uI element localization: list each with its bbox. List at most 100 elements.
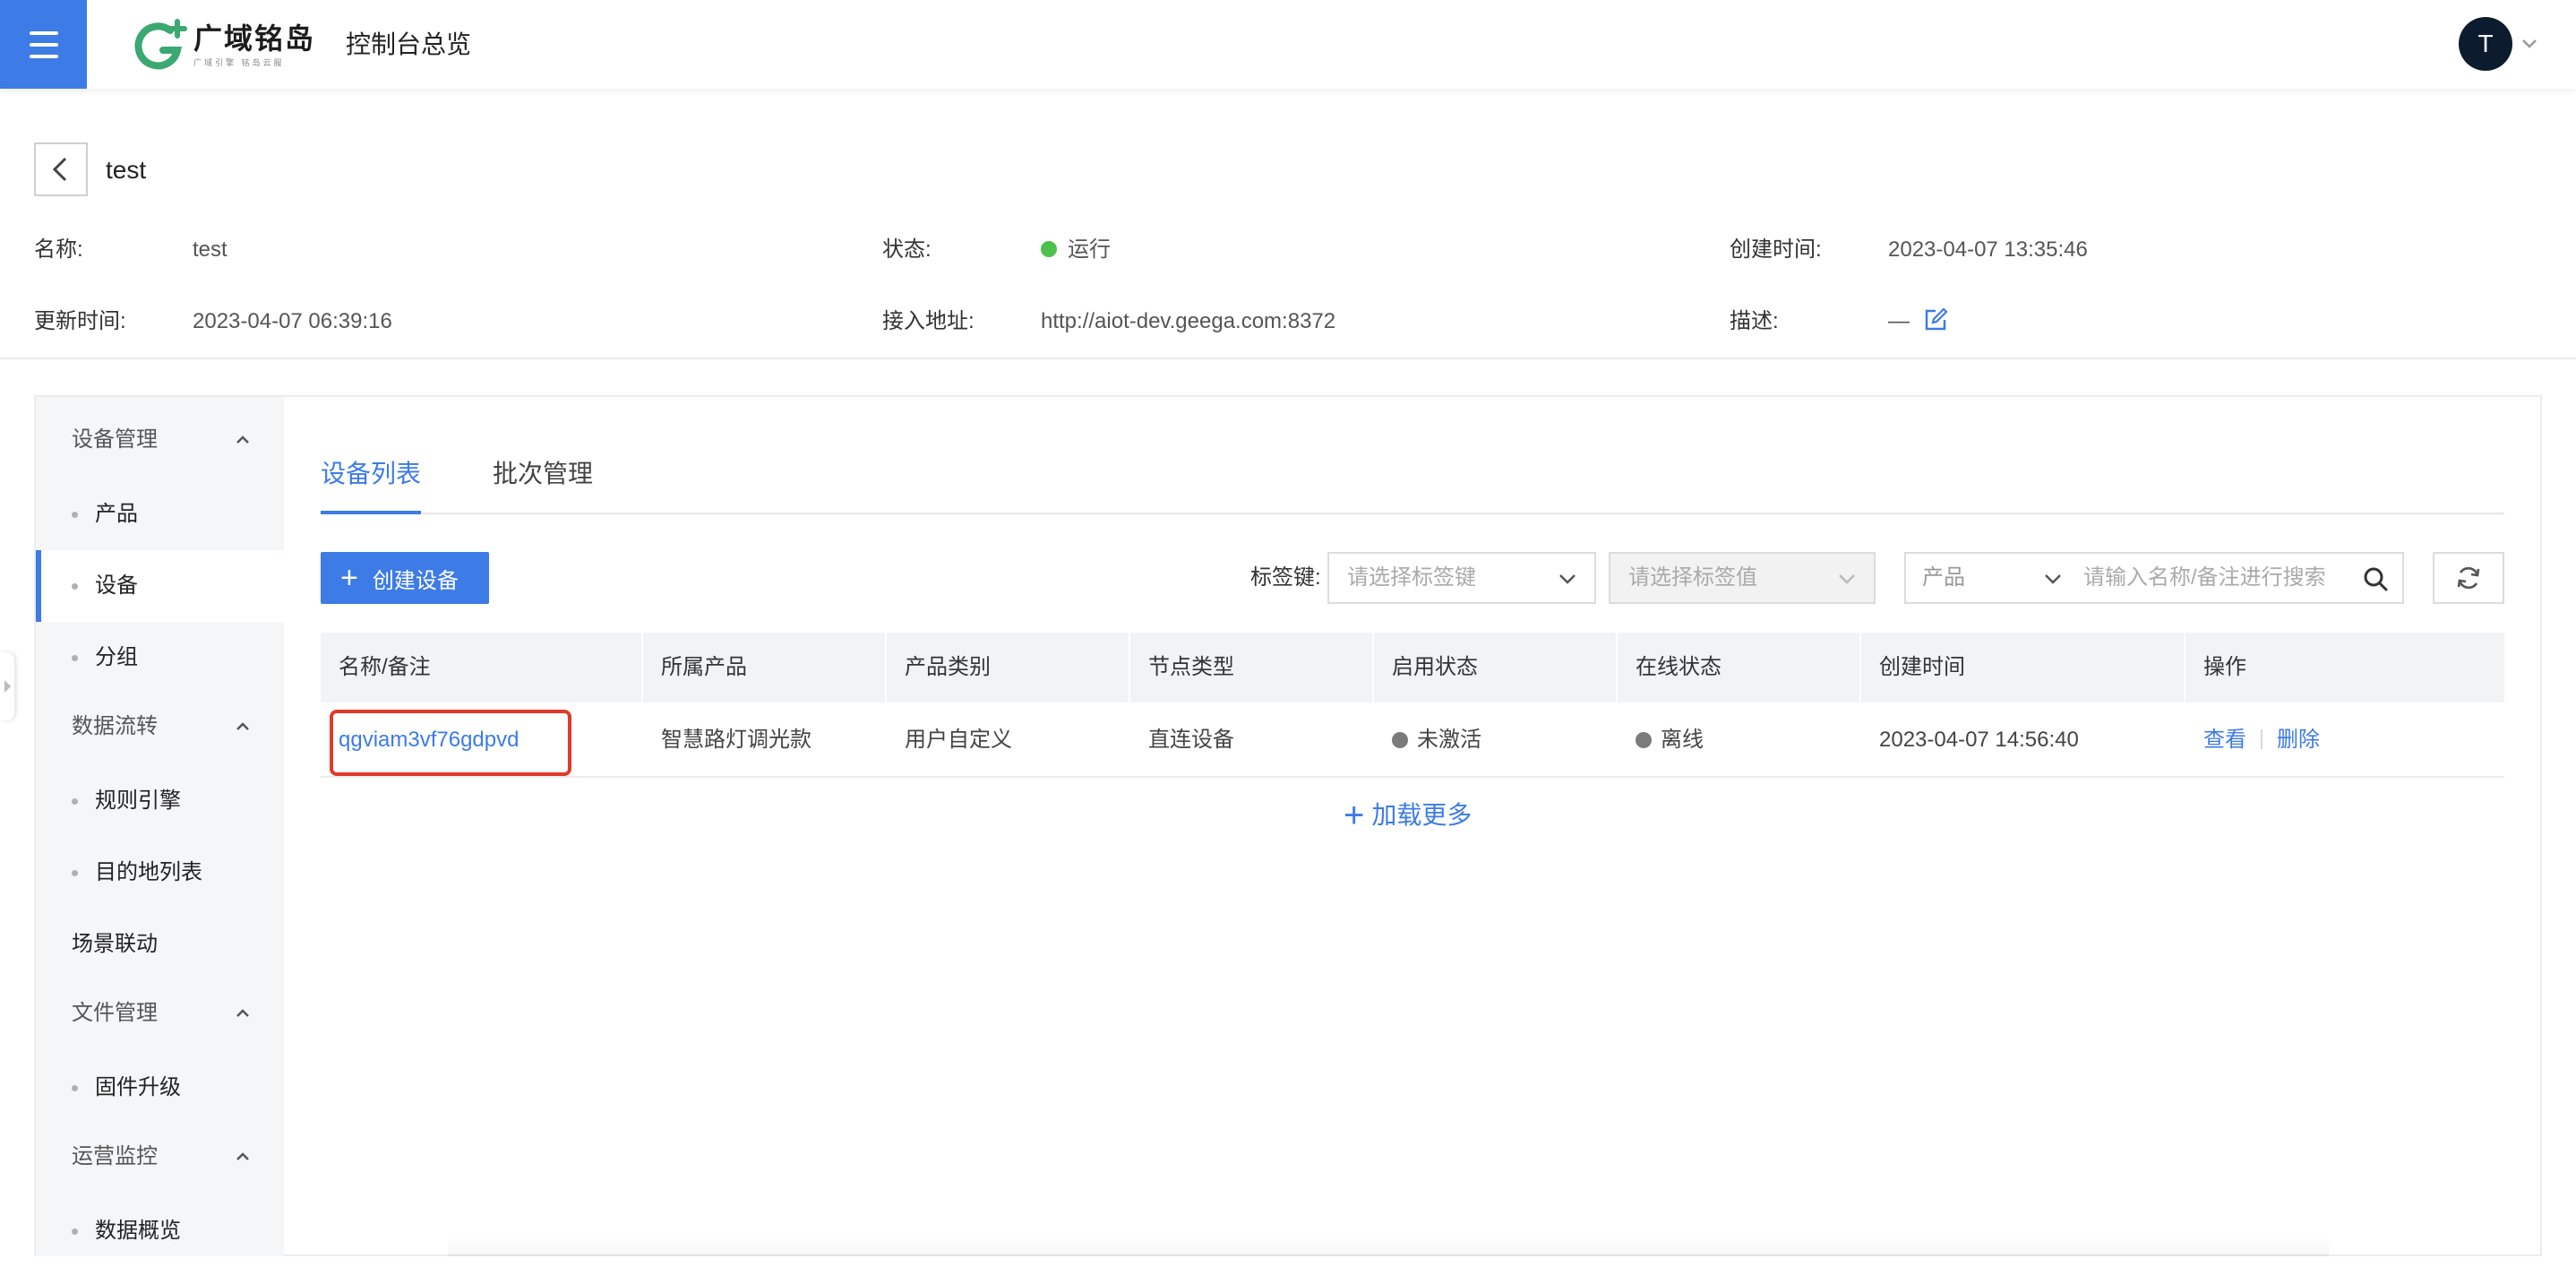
sidebar-item-scene-linkage[interactable]: 场景联动 bbox=[72, 929, 158, 960]
sidebar-item-label: 分组 bbox=[95, 645, 138, 669]
load-more-button[interactable]: + 加载更多 bbox=[1344, 797, 1472, 833]
online-status-cell: 离线 bbox=[1618, 702, 1861, 778]
status-dot bbox=[1636, 732, 1652, 748]
bullet-dot bbox=[72, 1228, 78, 1235]
bullet-dot bbox=[72, 798, 78, 805]
created-label: 创建时间: bbox=[1730, 237, 1822, 262]
name-value: test bbox=[193, 237, 228, 262]
created-value: 2023-04-07 13:35:46 bbox=[1888, 237, 2088, 262]
chevron-down-icon bbox=[1839, 574, 1855, 584]
search-input[interactable] bbox=[2083, 556, 2348, 600]
edit-icon[interactable] bbox=[1923, 307, 1948, 332]
device-name-cell: qgviam3vf76gdpvd bbox=[321, 702, 643, 778]
sidebar-item-rule-engine[interactable]: 规则引擎 bbox=[36, 765, 284, 837]
tag-key-select[interactable]: 请选择标签键 bbox=[1327, 552, 1596, 604]
status-dot bbox=[1392, 732, 1408, 748]
description-value: — bbox=[1888, 309, 1910, 333]
table-header: 名称/备注 所属产品 产品类别 节点类型 启用状态 在线状态 创建时间 操作 bbox=[321, 633, 2504, 702]
refresh-icon bbox=[2457, 566, 2480, 590]
sidebar-item-destination-list[interactable]: 目的地列表 bbox=[36, 837, 284, 909]
name-label: 名称: bbox=[34, 237, 83, 262]
column-header: 节点类型 bbox=[1130, 633, 1374, 702]
hamburger-icon bbox=[29, 30, 58, 35]
status-value: 运行 bbox=[1068, 237, 1111, 262]
product-cell: 智慧路灯调光款 bbox=[661, 728, 811, 752]
column-header: 创建时间 bbox=[1861, 633, 2185, 702]
updated-label: 更新时间: bbox=[34, 309, 126, 333]
tag-key-label: 标签键: bbox=[1250, 565, 1321, 590]
menu-toggle-button[interactable] bbox=[0, 0, 87, 89]
bullet-dot bbox=[72, 1085, 78, 1091]
create-device-button[interactable]: + 创建设备 bbox=[321, 552, 489, 604]
description-label: 描述: bbox=[1730, 309, 1779, 333]
plus-icon: + bbox=[1344, 796, 1365, 835]
sidebar-group-ops-monitor[interactable]: 运营监控 bbox=[72, 1142, 158, 1172]
enable-status-cell: 未激活 bbox=[1374, 702, 1618, 778]
header-divider bbox=[0, 358, 2576, 359]
tab-active-indicator bbox=[321, 511, 421, 514]
sidebar-group-data-flow[interactable]: 数据流转 bbox=[72, 711, 158, 742]
tab-batch-management[interactable]: 批次管理 bbox=[493, 456, 593, 492]
column-header: 启用状态 bbox=[1374, 633, 1618, 702]
top-bar: 广域铭岛 广域引擎 铭岛云服 控制台总览 T bbox=[0, 0, 2576, 89]
logo-mark-icon bbox=[134, 19, 187, 70]
sidebar-item-label: 设备 bbox=[95, 573, 138, 598]
status-value-wrap: 运行 bbox=[1041, 235, 1111, 265]
bullet-dot bbox=[72, 583, 78, 590]
view-link[interactable]: 查看 bbox=[2203, 728, 2246, 752]
sidebar-item-firmware-upgrade[interactable]: 固件升级 bbox=[36, 1052, 284, 1124]
column-header: 在线状态 bbox=[1618, 633, 1861, 702]
search-icon[interactable] bbox=[2363, 566, 2388, 591]
column-header: 名称/备注 bbox=[321, 633, 643, 702]
sidebar-item-label: 数据概览 bbox=[95, 1219, 181, 1243]
back-button[interactable] bbox=[34, 142, 88, 196]
sidebar-item-group[interactable]: 分组 bbox=[36, 622, 284, 694]
search-group: 产品 bbox=[1904, 552, 2404, 604]
device-name-link[interactable]: qgviam3vf76gdpvd bbox=[339, 728, 519, 752]
sidebar-item-device[interactable]: 设备 bbox=[36, 550, 284, 622]
action-separator bbox=[2261, 729, 2263, 749]
tab-device-list[interactable]: 设备列表 bbox=[321, 456, 421, 492]
load-more-label: 加载更多 bbox=[1371, 801, 1473, 829]
chevron-down-icon bbox=[1559, 574, 1576, 584]
bullet-dot bbox=[72, 512, 78, 518]
updated-value: 2023-04-07 06:39:16 bbox=[193, 309, 392, 333]
column-header: 操作 bbox=[2203, 655, 2246, 679]
chevron-up-icon[interactable] bbox=[233, 1147, 253, 1167]
hamburger-icon-line bbox=[29, 42, 58, 47]
chevron-up-icon[interactable] bbox=[233, 717, 253, 737]
main-panel bbox=[34, 395, 2542, 1256]
sidebar-item-data-overview[interactable]: 数据概览 bbox=[36, 1195, 284, 1267]
tag-key-placeholder: 请选择标签键 bbox=[1347, 565, 1476, 590]
online-status-text: 离线 bbox=[1661, 728, 1704, 752]
tag-value-select[interactable]: 请选择标签值 bbox=[1609, 552, 1876, 604]
bottom-shadow bbox=[448, 1237, 2329, 1256]
logo-title: 广域铭岛 bbox=[193, 22, 316, 55]
tabs-baseline bbox=[321, 513, 2504, 514]
chevron-left-icon bbox=[52, 157, 67, 182]
sidebar-group-file-mgmt[interactable]: 文件管理 bbox=[72, 998, 158, 1029]
sidebar-collapse-handle[interactable] bbox=[0, 652, 14, 720]
bullet-dot bbox=[72, 870, 78, 876]
chevron-down-icon[interactable] bbox=[2042, 568, 2064, 590]
product-filter-select[interactable]: 产品 bbox=[1922, 554, 1965, 602]
sidebar-group-device-mgmt[interactable]: 设备管理 bbox=[72, 425, 158, 455]
chevron-up-icon[interactable] bbox=[233, 430, 253, 450]
brand-logo[interactable]: 广域铭岛 广域引擎 铭岛云服 bbox=[133, 18, 315, 72]
logo-subtitle: 广域引擎 铭岛云服 bbox=[193, 57, 285, 67]
console-title[interactable]: 控制台总览 bbox=[346, 27, 471, 63]
actions-cell: 查看 删除 bbox=[2185, 702, 2504, 778]
column-header: 所属产品 bbox=[643, 633, 887, 702]
endpoint-label: 接入地址: bbox=[882, 309, 975, 333]
node-type-cell: 直连设备 bbox=[1148, 728, 1234, 752]
avatar[interactable]: T bbox=[2459, 17, 2512, 71]
chevron-up-icon[interactable] bbox=[233, 1004, 253, 1023]
delete-link[interactable]: 删除 bbox=[2277, 728, 2320, 752]
table-row: qgviam3vf76gdpvd 智慧路灯调光款 用户自定义 直连设备 未激活 … bbox=[321, 702, 2504, 778]
chevron-down-icon[interactable] bbox=[2519, 32, 2540, 54]
sidebar-item-product[interactable]: 产品 bbox=[36, 478, 284, 550]
refresh-button[interactable] bbox=[2433, 552, 2504, 604]
page-title: test bbox=[106, 156, 147, 184]
bullet-dot bbox=[72, 655, 78, 661]
endpoint-value: http://aiot-dev.geega.com:8372 bbox=[1041, 309, 1336, 333]
